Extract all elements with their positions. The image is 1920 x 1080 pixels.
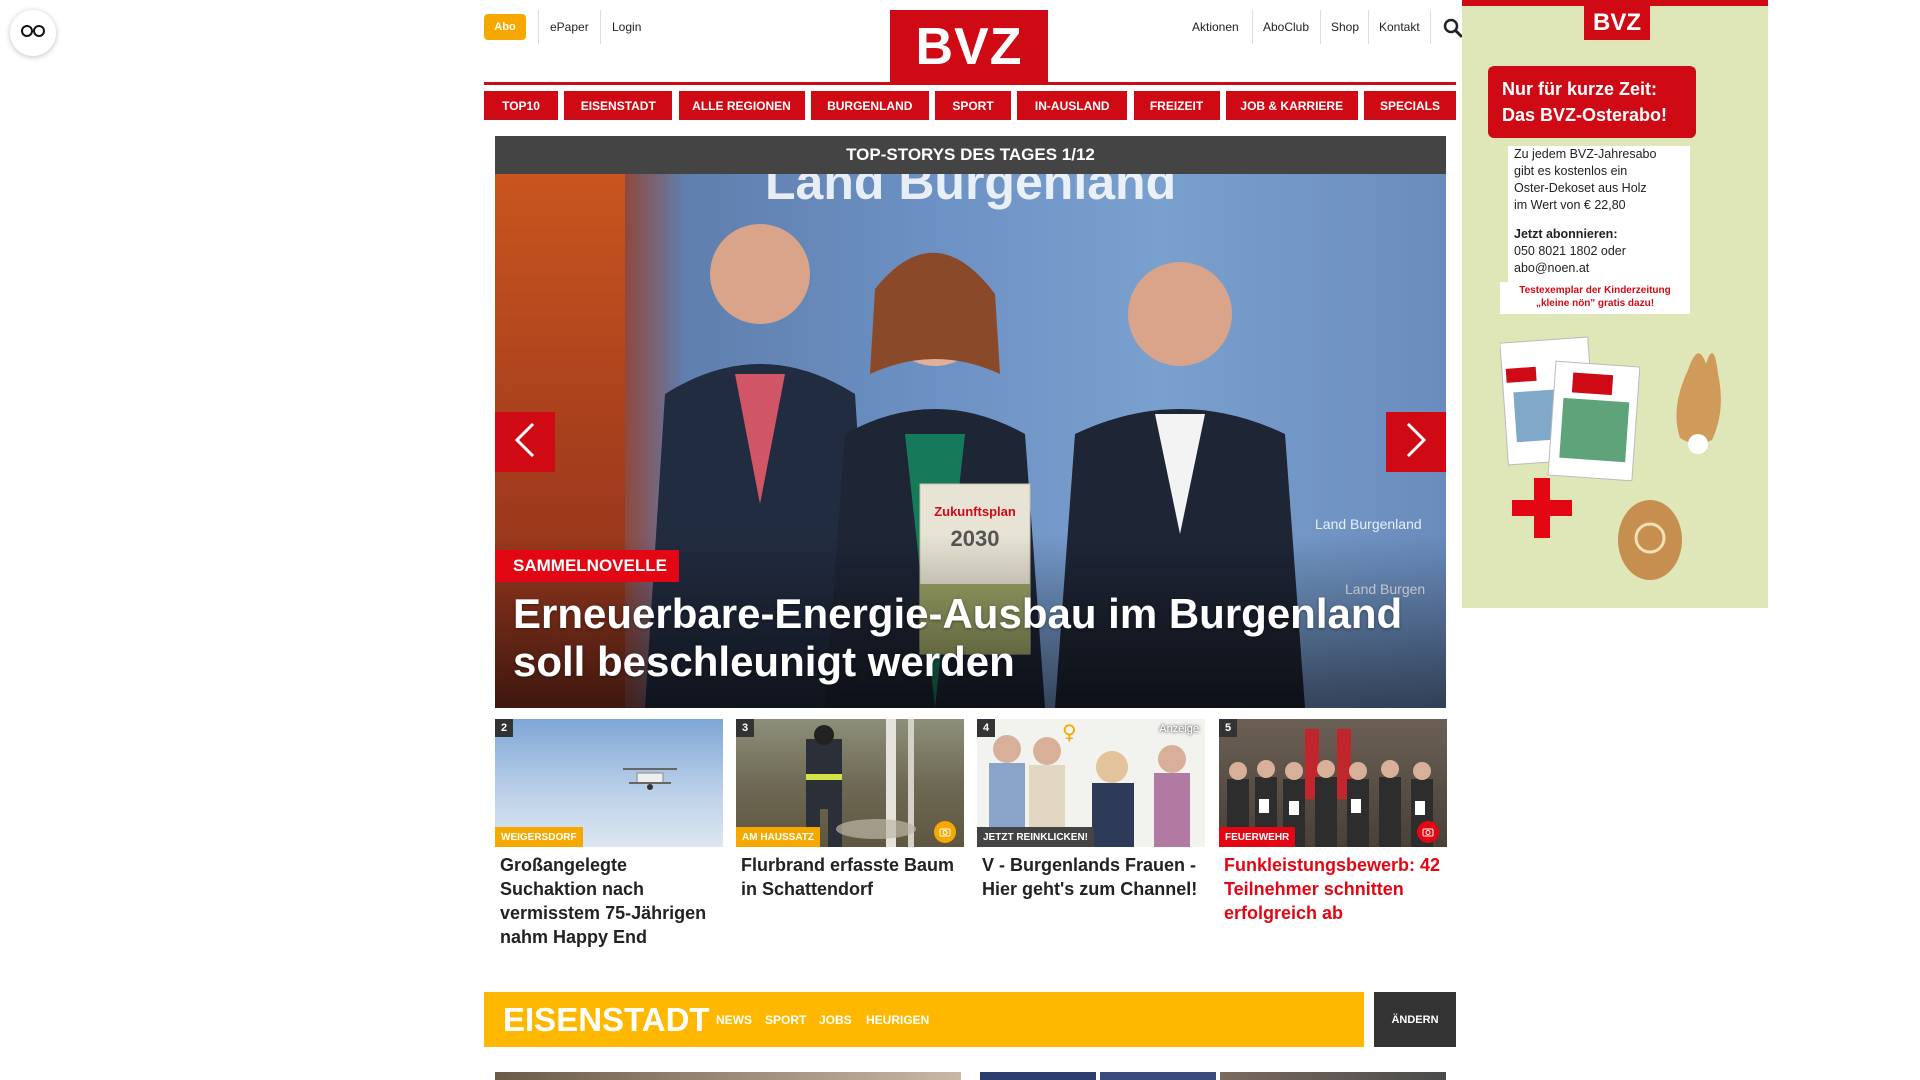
ad-banner[interactable]: BVZ Nur für kurze Zeit: Das BVZ-Osterabo… xyxy=(1462,0,1768,608)
section-link-news[interactable]: NEWS xyxy=(716,1008,752,1032)
search-icon[interactable] xyxy=(1443,18,1463,43)
story-tag: JETZT REINKLICKEN! xyxy=(977,827,1094,847)
section-link-jobs[interactable]: JOBS xyxy=(819,1008,852,1032)
ad-headline-line: Nur für kurze Zeit: xyxy=(1502,79,1658,99)
nav-item-specials[interactable]: SPECIALS xyxy=(1364,91,1456,120)
nav-item-job-karriere[interactable]: JOB & KARRIERE xyxy=(1225,91,1358,120)
camera-icon xyxy=(934,821,956,843)
slider-prev-button[interactable] xyxy=(495,412,555,472)
story-title[interactable]: V - Burgenlands Frauen - Hier geht's zum… xyxy=(982,853,1200,901)
story-image[interactable]: 3 AM HAUSSATZ xyxy=(736,719,964,847)
story-image[interactable]: 2 WEIGERSDORF xyxy=(495,719,723,847)
story-tag: FEUERWEHR xyxy=(1219,827,1296,847)
divider xyxy=(538,10,539,44)
nav-item-sport[interactable]: SPORT xyxy=(935,91,1011,120)
section-link-heurigen[interactable]: HEURIGEN xyxy=(866,1008,929,1032)
main-nav: TOP10 EISENSTADT ALLE REGIONEN BURGENLAN… xyxy=(484,91,1456,120)
divider xyxy=(1320,10,1321,44)
ad-headline: Nur für kurze Zeit: Das BVZ-Osterabo! xyxy=(1488,66,1696,138)
abo-button[interactable]: Abo xyxy=(484,14,526,40)
story-card[interactable]: 3 AM HAUSSATZ Flurbrand erfasste Baum in… xyxy=(736,719,964,901)
camera-icon xyxy=(1417,821,1439,843)
ad-body-line: gibt es kostenlos ein xyxy=(1514,164,1628,178)
section-title[interactable]: EISENSTADT xyxy=(503,998,710,1042)
ad-contact: 050 8021 1802 oder xyxy=(1514,244,1626,258)
ad-body: Zu jedem BVZ-Jahresabo gibt es kostenlos… xyxy=(1508,146,1690,287)
ad-body-line: im Wert von € 22,80 xyxy=(1514,198,1626,212)
ad-testex-line: Testexemplar der Kinderzeitung xyxy=(1519,285,1671,296)
svg-text:♀: ♀ xyxy=(1062,720,1077,744)
section-story-image[interactable] xyxy=(1220,1072,1446,1080)
chevron-right-icon xyxy=(1404,422,1428,463)
ad-logo: BVZ xyxy=(1584,6,1650,40)
bvz-logo[interactable]: BVZ xyxy=(890,10,1048,84)
divider xyxy=(1430,10,1431,44)
story-title[interactable]: Flurbrand erfasste Baum in Schattendorf xyxy=(741,853,959,901)
svg-text:Land Burgenland: Land Burgenland xyxy=(1315,516,1422,532)
reader-mode-button[interactable] xyxy=(10,10,56,56)
section-story-image[interactable] xyxy=(495,1072,961,1080)
chevron-left-icon xyxy=(513,422,537,463)
nav-item-in-ausland[interactable]: IN-AUSLAND xyxy=(1017,91,1128,120)
nav-item-freizeit[interactable]: FREIZEIT xyxy=(1133,91,1220,120)
ad-headline-line: Das BVZ-Osterabo! xyxy=(1502,105,1668,125)
kontakt-link[interactable]: Kontakt xyxy=(1379,14,1420,40)
section-link-sport[interactable]: SPORT xyxy=(765,1008,806,1032)
ad-badge: Anzeige xyxy=(1159,723,1199,735)
nav-item-eisenstadt[interactable]: EISENSTADT xyxy=(564,91,673,120)
story-card[interactable]: ♀ 4 Anzeige JETZT REINKLICKEN! V - Burge… xyxy=(977,719,1205,901)
ad-body-line: Zu jedem BVZ-Jahresabo xyxy=(1514,147,1657,161)
story-card[interactable]: 2 WEIGERSDORF Großangelegte Suchaktion n… xyxy=(495,719,723,949)
story-title[interactable]: Funkleistungsbewerb: 42 Teilnehmer schni… xyxy=(1224,853,1442,925)
ad-body-line: Oster-Dekoset aus Holz xyxy=(1514,181,1647,195)
change-region-button[interactable]: ÄNDERN xyxy=(1374,992,1456,1047)
aktionen-link[interactable]: Aktionen xyxy=(1192,14,1239,40)
epaper-link[interactable]: ePaper xyxy=(550,14,589,40)
shop-link[interactable]: Shop xyxy=(1331,14,1359,40)
divider xyxy=(1368,10,1369,44)
login-link[interactable]: Login xyxy=(612,14,641,40)
nav-item-top10[interactable]: TOP10 xyxy=(484,91,558,120)
divider xyxy=(1252,10,1253,44)
hero-category-tag[interactable]: SAMMELNOVELLE xyxy=(495,550,679,582)
section-story-image[interactable] xyxy=(980,1072,1096,1080)
top-stories-header: TOP-STORYS DES TAGES 1/12 xyxy=(495,136,1446,174)
story-title[interactable]: Großangelegte Suchaktion nach vermisstem… xyxy=(500,853,718,949)
story-image[interactable]: ♀ 4 Anzeige JETZT REINKLICKEN! xyxy=(977,719,1205,847)
ad-testex-line: „kleine nön" gratis dazu! xyxy=(1535,298,1655,309)
ad-testexemplar: Testexemplar der Kinderzeitung „kleine n… xyxy=(1500,282,1690,314)
section-story-image[interactable] xyxy=(1100,1072,1216,1080)
brochure-text: Zukunftsplan xyxy=(934,504,1016,519)
aboclub-link[interactable]: AboClub xyxy=(1263,14,1309,40)
story-card[interactable]: 5 FEUERWEHR Funkleistungsbewerb: 42 Teil… xyxy=(1219,719,1447,925)
story-number: 5 xyxy=(1219,719,1237,737)
story-number: 3 xyxy=(736,719,754,737)
story-tag: WEIGERSDORF xyxy=(495,827,583,847)
ad-contact: abo@noen.at xyxy=(1514,261,1590,275)
story-image[interactable]: 5 FEUERWEHR xyxy=(1219,719,1447,847)
nav-item-burgenland[interactable]: BURGENLAND xyxy=(810,91,929,120)
story-number: 2 xyxy=(495,719,513,737)
hero-headline[interactable]: Erneuerbare-Energie-Ausbau im Burgenland… xyxy=(513,590,1413,686)
glasses-icon xyxy=(21,24,45,43)
header-divider xyxy=(484,82,1456,85)
ad-cta: Jetzt abonnieren: xyxy=(1514,227,1618,241)
story-number: 4 xyxy=(977,719,995,737)
slider-next-button[interactable] xyxy=(1386,412,1446,472)
story-tag: AM HAUSSATZ xyxy=(736,827,821,847)
divider xyxy=(600,10,601,44)
nav-item-alle-regionen[interactable]: ALLE REGIONEN xyxy=(678,91,805,120)
ad-illustration xyxy=(1500,336,1721,580)
